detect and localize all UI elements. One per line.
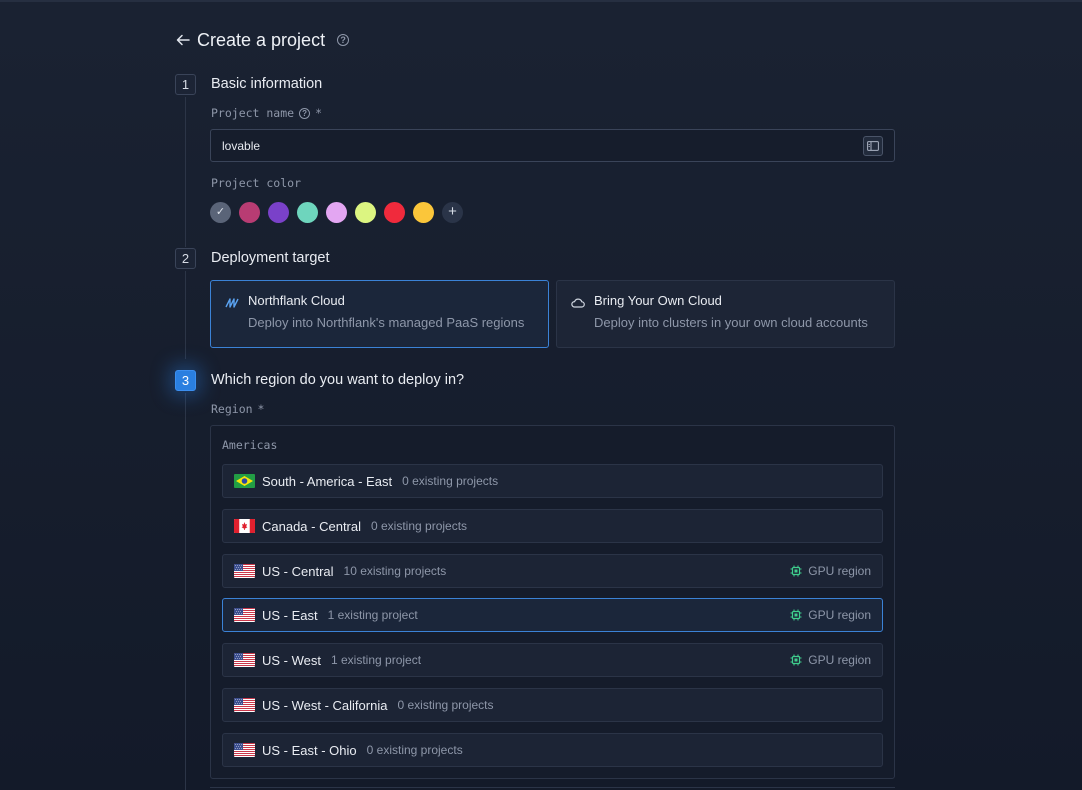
region-option[interactable]: US - West 1 existing project GPU region (222, 643, 883, 677)
usa-flag-icon (234, 608, 255, 622)
canada-flag-icon (234, 519, 255, 533)
step-title: Deployment target (211, 250, 330, 266)
back-arrow-icon[interactable] (175, 32, 191, 48)
chip-icon (790, 654, 802, 666)
region-option[interactable]: US - East 1 existing project GPU region (222, 598, 883, 632)
byoc-option[interactable]: Bring Your Own Cloud Deploy into cluster… (556, 280, 895, 348)
cloud-icon (571, 296, 585, 310)
region-label-text: Region (211, 402, 253, 416)
project-name-input[interactable]: lovable (210, 129, 895, 162)
gpu-region-label: GPU region (808, 564, 871, 578)
region-name: US - West - California (262, 697, 388, 713)
color-swatch[interactable] (326, 202, 347, 223)
step-number: 2 (175, 248, 196, 269)
id-card-icon[interactable] (863, 135, 883, 156)
option-title: Northflank Cloud (248, 293, 345, 308)
region-name: South - America - East (262, 473, 393, 489)
project-color-label: Project color (211, 176, 302, 190)
chip-icon (790, 565, 802, 577)
gpu-region-badge: GPU region (790, 653, 871, 667)
add-color-button[interactable]: + (442, 202, 463, 223)
option-description: Deploy into Northflank's managed PaaS re… (248, 315, 525, 330)
color-swatch[interactable] (268, 202, 289, 223)
step-number: 1 (175, 74, 196, 95)
help-icon[interactable]: ? (337, 34, 350, 46)
step-rail (185, 271, 186, 359)
usa-flag-icon (234, 698, 255, 712)
region-option[interactable]: US - Central 10 existing projects GPU regi… (222, 554, 883, 588)
project-name-label-text: Project name (211, 106, 295, 120)
region-project-count: 1 existing project (331, 653, 422, 667)
step-title: Basic information (211, 76, 323, 92)
gpu-region-badge: GPU region (790, 564, 871, 578)
region-option[interactable]: Canada - Central 0 existing projects (222, 509, 883, 543)
region-project-count: 0 existing projects (397, 698, 494, 712)
gpu-region-label: GPU region (808, 608, 871, 622)
color-picker: + (210, 202, 463, 223)
region-option[interactable]: US - East - Ohio 0 existing projects (222, 733, 883, 767)
option-title: Bring Your Own Cloud (594, 293, 722, 308)
step-rail (185, 97, 186, 247)
top-border (0, 0, 1082, 2)
region-project-count: 0 existing projects (371, 519, 468, 533)
color-swatch[interactable] (355, 202, 376, 223)
step-title: Which region do you want to deploy in? (211, 372, 465, 388)
help-icon[interactable]: ? (299, 107, 311, 119)
gpu-region-label: GPU region (808, 653, 871, 667)
chip-icon (790, 609, 802, 621)
region-name: Canada - Central (262, 518, 361, 534)
region-project-count: 0 existing projects (366, 743, 463, 757)
page-header: Create a project ? (175, 29, 350, 51)
region-option[interactable]: US - West - California 0 existing project… (222, 688, 883, 722)
usa-flag-icon (234, 564, 255, 578)
color-swatch[interactable] (210, 202, 231, 223)
required-mark: * (315, 106, 323, 120)
region-project-count: 10 existing projects (343, 564, 447, 578)
region-group-label: Americas (222, 438, 278, 452)
northflank-logo-icon (225, 296, 239, 310)
region-label: Region * (211, 402, 264, 416)
color-swatch[interactable] (413, 202, 434, 223)
page-title: Create a project (197, 29, 326, 50)
region-name: US - East (262, 607, 318, 623)
usa-flag-icon (234, 743, 255, 757)
gpu-region-badge: GPU region (790, 608, 871, 622)
option-description: Deploy into clusters in your own cloud a… (594, 315, 868, 330)
region-project-count: 1 existing project (327, 608, 418, 622)
region-name: US - West (262, 652, 321, 668)
brazil-flag-icon (234, 474, 255, 488)
region-option[interactable]: South - America - East 0 existing project… (222, 464, 883, 498)
northflank-cloud-option[interactable]: Northflank Cloud Deploy into Northflank'… (210, 280, 549, 348)
project-name-label: Project name ? * (211, 106, 322, 120)
project-name-value: lovable (222, 138, 261, 153)
color-swatch[interactable] (297, 202, 318, 223)
region-name: US - Central (262, 563, 334, 579)
color-swatch[interactable] (384, 202, 405, 223)
region-project-count: 0 existing projects (402, 474, 499, 488)
required-mark: * (257, 402, 265, 416)
usa-flag-icon (234, 653, 255, 667)
color-swatch[interactable] (239, 202, 260, 223)
step-number: 3 (175, 370, 196, 391)
region-name: US - East - Ohio (262, 742, 357, 758)
step-rail (185, 393, 186, 790)
